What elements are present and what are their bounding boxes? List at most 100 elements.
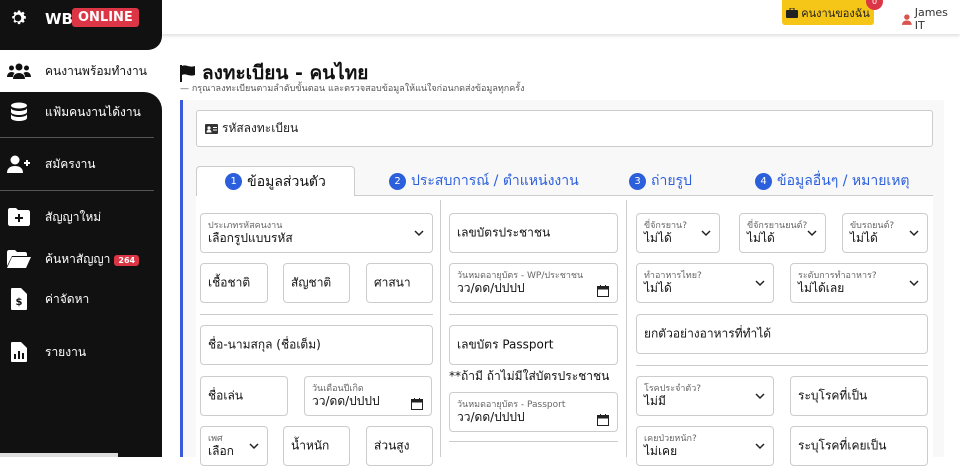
passport-expiry-field[interactable]: วันหมดอายุบัตร - Passport วว/ดด/ปปปป	[449, 392, 618, 432]
field-placeholder: ส่วนสูง	[374, 438, 410, 453]
chevron-down-icon	[701, 230, 711, 237]
height-field[interactable]: ส่วนสูง	[366, 426, 433, 466]
registration-code-field[interactable]: รหัสลงทะเบียน	[196, 110, 933, 147]
sidebar-item-text: ค้นหาสัญญา	[45, 251, 111, 266]
invoice-dollar-icon: $	[6, 288, 32, 310]
field-placeholder: สัญชาติ	[291, 275, 332, 290]
field-value: วว/ดด/ปปปป	[312, 394, 380, 408]
field-placeholder: ศาสนา	[374, 275, 411, 290]
sidebar-item-reports[interactable]: รายงาน	[0, 334, 162, 370]
nationality-field[interactable]: เชื้อชาติ	[200, 263, 268, 303]
tab-label: ประสบการณ์ / ตำแหน่งงาน	[411, 173, 579, 189]
ride-bicycle-select[interactable]: ขี่จักรยาน? ไม่ได้	[636, 213, 720, 253]
section-divider	[449, 441, 618, 442]
field-placeholder: ระบุโรคที่เป็น	[798, 388, 868, 403]
citizenship-field[interactable]: สัญชาติ	[283, 263, 350, 303]
id-card-icon	[205, 123, 218, 134]
calendar-icon[interactable]	[411, 398, 423, 410]
disease-detail-field[interactable]: ระบุโรคที่เป็น	[790, 376, 928, 416]
sidebar-item-new-contract[interactable]: สัญญาใหม่	[0, 199, 162, 235]
past-illness-select[interactable]: เคยป่วยหนัก? ไม่เคย	[636, 426, 774, 466]
sidebar-item-label: คนงานพร้อมทำงาน	[45, 63, 147, 78]
chevron-down-icon	[909, 230, 919, 237]
tab-step-number: 3	[629, 172, 646, 190]
field-value: ไม่ได้	[644, 281, 672, 295]
chronic-disease-select[interactable]: โรคประจำตัว? ไม่มี	[636, 376, 774, 416]
contract-count-badge: 264	[114, 254, 140, 266]
gender-select[interactable]: เพศ เลือก	[200, 426, 268, 466]
chevron-down-icon	[755, 280, 765, 287]
gear-icon[interactable]	[8, 8, 28, 28]
id-expiry-field[interactable]: วันหมดอายุบัตร - WP/ประชาชน วว/ดด/ปปปป	[449, 263, 618, 303]
weight-field[interactable]: น้ำหนัก	[283, 426, 350, 466]
tab-step-number: 4	[755, 172, 772, 190]
sidebar-item-label: ค่าจัดหา	[45, 291, 90, 306]
report-chart-icon	[6, 341, 32, 363]
chevron-down-icon	[755, 443, 765, 450]
sidebar-item-label: สัญญาใหม่	[45, 209, 102, 224]
religion-field[interactable]: ศาสนา	[366, 263, 433, 303]
worker-code-select[interactable]: ประเภทรหัสคนงาน เลือกรูปแบบรหัส	[200, 213, 433, 253]
sidebar-item-available-workers[interactable]: คนงานพร้อมทำงาน	[0, 53, 162, 89]
tab-photo[interactable]: 3 ถ่ายรูป	[629, 166, 692, 196]
dish-examples-field[interactable]: ยกตัวอย่างอาหารที่ทำได้	[636, 314, 928, 354]
full-name-field[interactable]: ชื่อ-นามสกุล (ชื่อเต็ม)	[200, 325, 433, 365]
ride-motorcycle-select[interactable]: ขี่จักรยานยนต์? ไม่ได้	[739, 213, 826, 253]
sidebar-item-hired-files[interactable]: แฟ้มคนงานได้งาน	[0, 94, 162, 130]
section-divider	[636, 365, 928, 366]
section-divider	[200, 314, 433, 315]
brand-logo-text: WB	[45, 10, 73, 28]
drive-car-select[interactable]: ขับรถยนต์? ไม่ได้	[842, 213, 928, 253]
registration-code-label: รหัสลงทะเบียน	[222, 121, 299, 135]
field-value: วว/ดด/ปปปป	[457, 410, 525, 424]
tab-other-notes[interactable]: 4 ข้อมูลอื่นๆ / หมายเหตุ	[755, 166, 910, 196]
sidebar-item-apply[interactable]: สมัครงาน	[0, 146, 162, 182]
cooking-level-select[interactable]: ระดับการทำอาหาร? ไม่ได้เลย	[790, 263, 928, 303]
id-card-field[interactable]: เลขบัตรประชาชน	[449, 213, 618, 253]
field-placeholder: เชื้อชาติ	[208, 275, 251, 290]
brand-online-badge: ONLINE	[72, 8, 139, 27]
chevron-down-icon	[755, 393, 765, 400]
field-placeholder: น้ำหนัก	[291, 438, 330, 453]
field-value: ไม่เคย	[644, 444, 678, 458]
past-illness-detail-field[interactable]: ระบุโรคที่เคยเป็น	[790, 426, 928, 466]
passport-field[interactable]: เลขบัตร Passport	[449, 325, 618, 365]
sidebar-divider	[0, 190, 154, 191]
field-value: ไม่มี	[644, 394, 666, 408]
calendar-icon[interactable]	[597, 414, 609, 426]
tab-label: ข้อมูลอื่นๆ / หมายเหตุ	[777, 173, 910, 189]
nickname-field[interactable]: ชื่อเล่น	[200, 376, 288, 416]
my-workers-label: คนงานของฉัน	[801, 6, 870, 20]
calendar-icon[interactable]	[597, 285, 609, 297]
field-value: เลือกรูปแบบรหัส	[208, 231, 293, 245]
sidebar-item-label: สมัครงาน	[45, 156, 96, 171]
column-divider	[626, 200, 627, 457]
chevron-down-icon	[909, 280, 919, 287]
tab-personal-info[interactable]: 1 ข้อมูลส่วนตัว	[196, 166, 355, 196]
tab-label: ถ่ายรูป	[651, 173, 692, 189]
user-menu[interactable]: James IT	[902, 6, 960, 32]
sidebar-item-label: ค้นหาสัญญา 264	[45, 250, 140, 269]
field-value: ไม่ได้	[747, 231, 775, 245]
user-plus-icon	[6, 153, 32, 175]
field-value: เลือก	[208, 444, 234, 458]
sidebar-item-fees[interactable]: $ ค่าจัดหา	[0, 281, 162, 317]
sidebar-scrollbar[interactable]	[0, 453, 118, 457]
column-divider	[440, 200, 441, 457]
birth-date-field[interactable]: วันเดือนปีเกิด วว/ดด/ปปปป	[304, 376, 432, 416]
section-divider	[449, 314, 618, 315]
my-workers-button[interactable]: คนงานของฉัน	[782, 0, 874, 25]
sidebar-divider	[0, 137, 154, 138]
page-subtitle: — กรุณาลงทะเบียนตามลำดับขั้นตอน และตรวจส…	[180, 84, 525, 94]
sidebar-item-search-contract[interactable]: ค้นหาสัญญา 264	[0, 241, 162, 277]
tab-experience[interactable]: 2 ประสบการณ์ / ตำแหน่งงาน	[389, 166, 579, 196]
folder-plus-icon	[6, 206, 32, 228]
field-placeholder: ยกตัวอย่างอาหารที่ทำได้	[644, 326, 772, 341]
tab-step-number: 2	[389, 172, 406, 190]
svg-text:$: $	[16, 297, 23, 308]
sidebar-item-label: แฟ้มคนงานได้งาน	[45, 104, 141, 119]
user-icon	[902, 13, 912, 25]
cook-thai-select[interactable]: ทำอาหารไทย? ไม่ได้	[636, 263, 774, 303]
tab-step-number: 1	[225, 173, 243, 190]
sidebar-item-label: รายงาน	[45, 344, 87, 359]
